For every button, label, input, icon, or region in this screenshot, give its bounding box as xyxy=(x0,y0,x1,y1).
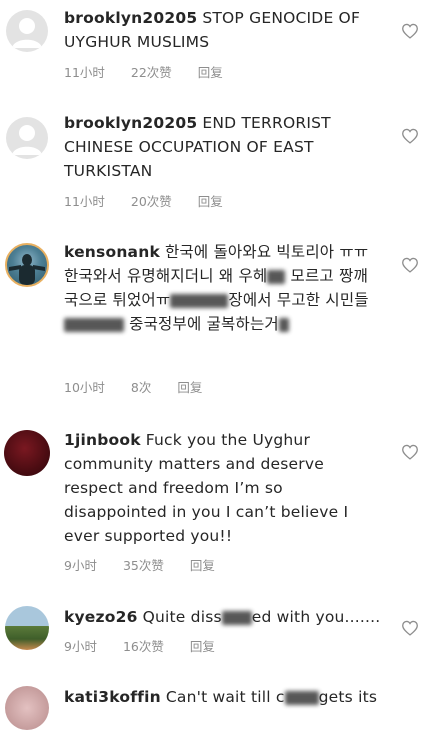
comment-time: 10小时 xyxy=(64,380,105,395)
comment-likes[interactable]: 35次赞 xyxy=(123,558,164,573)
profile-photo-icon[interactable] xyxy=(5,686,49,730)
comment-username[interactable]: kyezo26 xyxy=(64,608,138,626)
comment-likes[interactable]: 16次赞 xyxy=(123,639,164,654)
comment-time: 9小时 xyxy=(64,558,97,573)
comment-likes[interactable]: 8次 xyxy=(131,380,151,395)
comment-time: 9小时 xyxy=(64,639,97,654)
comment-body: brooklyn20205 STOP GENOCIDE OF UYGHUR MUS… xyxy=(64,6,384,54)
comment-username[interactable]: 1jinbook xyxy=(64,431,141,449)
comment-meta: 11小时 22次赞 回复 xyxy=(64,62,245,81)
comment-text: ed with you....... xyxy=(251,608,381,626)
comment-body: 1jinbook Fuck you the Uyghur community ma… xyxy=(64,428,384,548)
comment-meta: 9小时 35次赞 回复 xyxy=(64,555,237,574)
heart-outline-icon[interactable] xyxy=(401,257,419,273)
comment-body: kati3koffin Can't wait till c gets its xyxy=(64,685,394,709)
comment-likes[interactable]: 20次赞 xyxy=(131,194,172,209)
default-avatar-icon[interactable] xyxy=(6,117,48,159)
heart-outline-icon[interactable] xyxy=(401,620,419,636)
comment-username[interactable]: brooklyn20205 xyxy=(64,114,197,132)
reply-button[interactable]: 回复 xyxy=(190,558,215,573)
comment-text: 장에서 무고한 시민들 xyxy=(228,291,369,309)
comment-meta: 11小时 20次赞 回复 xyxy=(64,191,245,210)
comment-body: kensonank 한국에 돌아와요 빅토리아 ㅠㅠ한국와서 유명해지더니 왜 우… xyxy=(64,240,379,336)
comment-likes[interactable]: 22次赞 xyxy=(131,65,172,80)
comment-username[interactable]: brooklyn20205 xyxy=(64,9,197,27)
reply-button[interactable]: 回复 xyxy=(177,380,202,395)
comment-time: 11小时 xyxy=(64,65,105,80)
reply-button[interactable]: 回复 xyxy=(198,194,223,209)
comment-text: 중국정부에 굴복하는거 xyxy=(129,315,279,333)
comment-text: Quite diss xyxy=(142,608,222,626)
comment-body: brooklyn20205 END TERRORIST CHINESE OCCUP… xyxy=(64,111,384,183)
comment-meta: 10小时 8次 回复 xyxy=(64,377,224,396)
comment-text: gets its xyxy=(318,688,378,706)
comment-text: Can't wait till c xyxy=(165,688,285,706)
comment-time: 11小时 xyxy=(64,194,105,209)
default-avatar-icon[interactable] xyxy=(6,10,48,52)
heart-outline-icon[interactable] xyxy=(401,23,419,39)
profile-photo-icon[interactable] xyxy=(5,606,49,650)
comment-username[interactable]: kensonank xyxy=(64,243,160,261)
heart-outline-icon[interactable] xyxy=(401,444,419,460)
reply-button[interactable]: 回复 xyxy=(198,65,223,80)
comment-body: kyezo26 Quite diss ed with you....... xyxy=(64,605,384,629)
comment-meta: 9小时 16次赞 回复 xyxy=(64,636,237,655)
profile-photo-icon[interactable] xyxy=(5,243,49,287)
comment-username[interactable]: kati3koffin xyxy=(64,688,161,706)
heart-outline-icon[interactable] xyxy=(401,128,419,144)
reply-button[interactable]: 回复 xyxy=(190,639,215,654)
profile-photo-icon[interactable] xyxy=(4,430,50,476)
